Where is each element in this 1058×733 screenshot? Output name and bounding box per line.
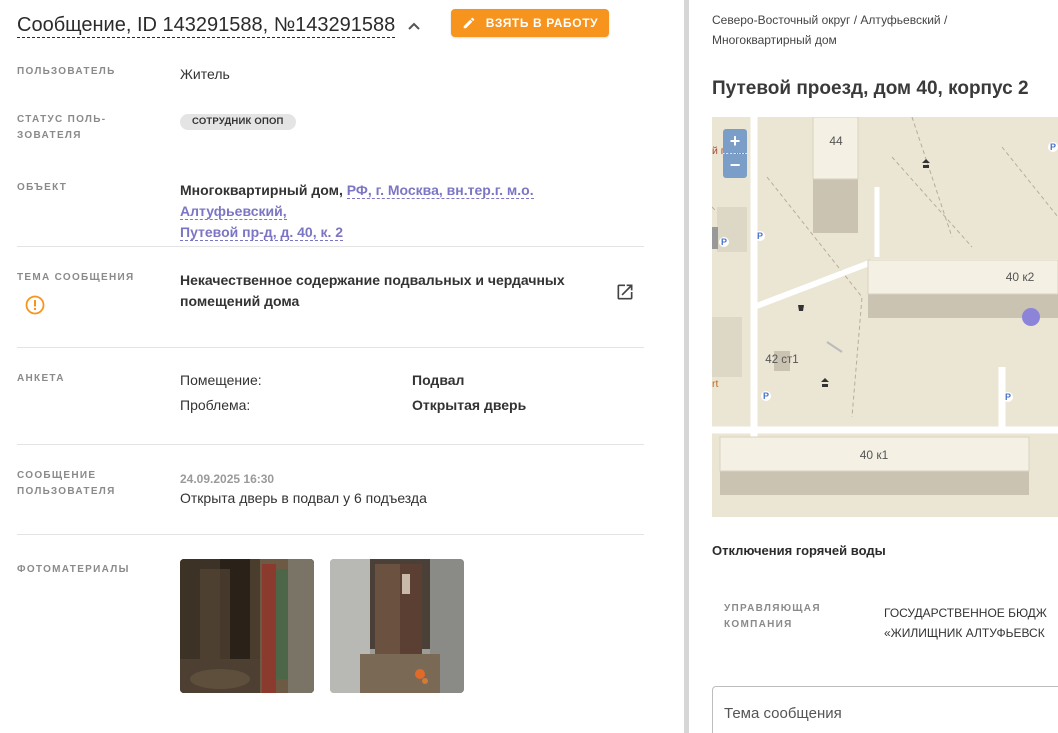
message-text: Открыта дверь в подвал у 6 подъезда <box>180 490 427 506</box>
take-to-work-button[interactable]: ВЗЯТЬ В РАБОТУ <box>451 9 609 37</box>
breadcrumb: Северо-Восточный округ / Алтуфьевский / … <box>712 10 1012 50</box>
management-label-line2: КОМПАНИЯ <box>724 619 793 630</box>
breadcrumb-line1[interactable]: Северо-Восточный округ / Алтуфьевский / <box>712 10 1012 30</box>
topic-line1: Некачественное содержание подвальных и ч… <box>180 272 565 288</box>
map-trash-icon <box>798 305 804 311</box>
object-panel: Северо-Восточный округ / Алтуфьевский / … <box>689 0 1058 733</box>
topic-input[interactable]: Тема сообщения <box>712 686 1058 733</box>
warning-circle-icon <box>25 295 45 315</box>
map-building-label: 40 к2 <box>1006 270 1035 284</box>
breadcrumb-line2[interactable]: Многоквартирный дом <box>712 30 1012 50</box>
management-label-line1: УПРАВЛЯЮЩАЯ <box>724 603 821 614</box>
questionnaire-key: Помещение: <box>180 372 262 388</box>
map-building-label: 44 <box>829 134 843 148</box>
user-status-label: СТАТУС ПОЛЬ- ЗОВАТЕЛЯ <box>17 112 106 144</box>
title-row: Сообщение, ID 143291588, №143291588 <box>17 10 421 40</box>
divider <box>17 444 644 445</box>
user-status-badge: СОТРУДНИК ОПОП <box>180 114 296 130</box>
topic-input-placeholder: Тема сообщения <box>724 705 842 722</box>
management-company-label: УПРАВЛЯЮЩАЯ КОМПАНИЯ <box>724 601 821 633</box>
object-type: Многоквартирный дом, <box>180 182 343 198</box>
map-poi-label: rt <box>712 378 718 390</box>
map-parking-label: P <box>1050 142 1056 152</box>
object-value: Многоквартирный дом, РФ, г. Москва, вн.т… <box>180 180 630 243</box>
questionnaire-key: Проблема: <box>180 397 251 413</box>
user-value: Житель <box>180 66 230 82</box>
map-canvas: 44 40 к2 42 ст1 40 к1 й пункт rt P P P <box>712 117 1058 517</box>
basement-photo-image <box>180 559 314 693</box>
map-building-label: 42 ст1 <box>765 354 798 366</box>
management-value-line2: «ЖИЛИЩНИК АЛТУФЬЕВСК <box>884 626 1045 640</box>
map-parking-label: P <box>757 231 763 241</box>
user-status-label-line2: ЗОВАТЕЛЯ <box>17 130 82 141</box>
map-parking-label: P <box>721 237 727 247</box>
take-to-work-label: ВЗЯТЬ В РАБОТУ <box>485 16 599 30</box>
divider <box>17 246 644 247</box>
management-company-value: ГОСУДАРСТВЕННОЕ БЮДЖ «ЖИЛИЩНИК АЛТУФЬЕВС… <box>884 603 1047 643</box>
object-address-link-2[interactable]: Путевой пр-д, д. 40, к. 2 <box>180 224 344 241</box>
chevron-up-icon[interactable] <box>407 19 421 33</box>
user-message-label-line1: СООБЩЕНИЕ <box>17 470 97 481</box>
message-details-panel: Сообщение, ID 143291588, №143291588 ВЗЯТ… <box>0 0 684 733</box>
photo-thumbnail[interactable] <box>330 559 464 693</box>
divider <box>17 534 644 535</box>
questionnaire-value: Подвал <box>412 372 465 388</box>
message-date: 24.09.2025 16:30 <box>180 472 275 486</box>
photo-thumbnail[interactable] <box>180 559 314 693</box>
map-parking-label: P <box>763 391 769 401</box>
message-title[interactable]: Сообщение, ID 143291588, №143291588 <box>17 13 396 38</box>
questionnaire-value: Открытая дверь <box>412 397 527 413</box>
zoom-out-button[interactable]: − <box>723 154 747 178</box>
map[interactable]: 44 40 к2 42 ст1 40 к1 й пункт rt P P P <box>712 117 1058 517</box>
open-in-new-icon[interactable] <box>615 282 635 302</box>
topic-label: ТЕМА СООБЩЕНИЯ <box>17 272 135 283</box>
object-address-title: Путевой проезд, дом 40, корпус 2 <box>712 78 1029 99</box>
topic-line2: помещений дома <box>180 293 300 309</box>
map-location-marker <box>1022 308 1040 326</box>
user-message-label: СООБЩЕНИЕ ПОЛЬЗОВАТЕЛЯ <box>17 468 116 500</box>
questionnaire-label: АНКЕТА <box>17 373 65 384</box>
map-parking-label: P <box>1005 392 1011 402</box>
basement-door-photo-image <box>330 559 464 693</box>
hot-water-outages-link[interactable]: Отключения горячей воды <box>712 543 886 558</box>
photos-label: ФОТОМАТЕРИАЛЫ <box>17 564 130 575</box>
management-value-line1: ГОСУДАРСТВЕННОЕ БЮДЖ <box>884 606 1047 620</box>
map-building-label: 40 к1 <box>860 448 889 462</box>
divider <box>17 347 644 348</box>
user-status-label-line1: СТАТУС ПОЛЬ- <box>17 114 107 125</box>
topic-value: Некачественное содержание подвальных и ч… <box>180 270 580 312</box>
object-label: ОБЪЕКТ <box>17 182 68 193</box>
pencil-icon <box>463 17 475 29</box>
user-message-label-line2: ПОЛЬЗОВАТЕЛЯ <box>17 486 116 497</box>
zoom-in-button[interactable]: + <box>723 129 747 153</box>
user-label: ПОЛЬЗОВАТЕЛЬ <box>17 66 116 77</box>
